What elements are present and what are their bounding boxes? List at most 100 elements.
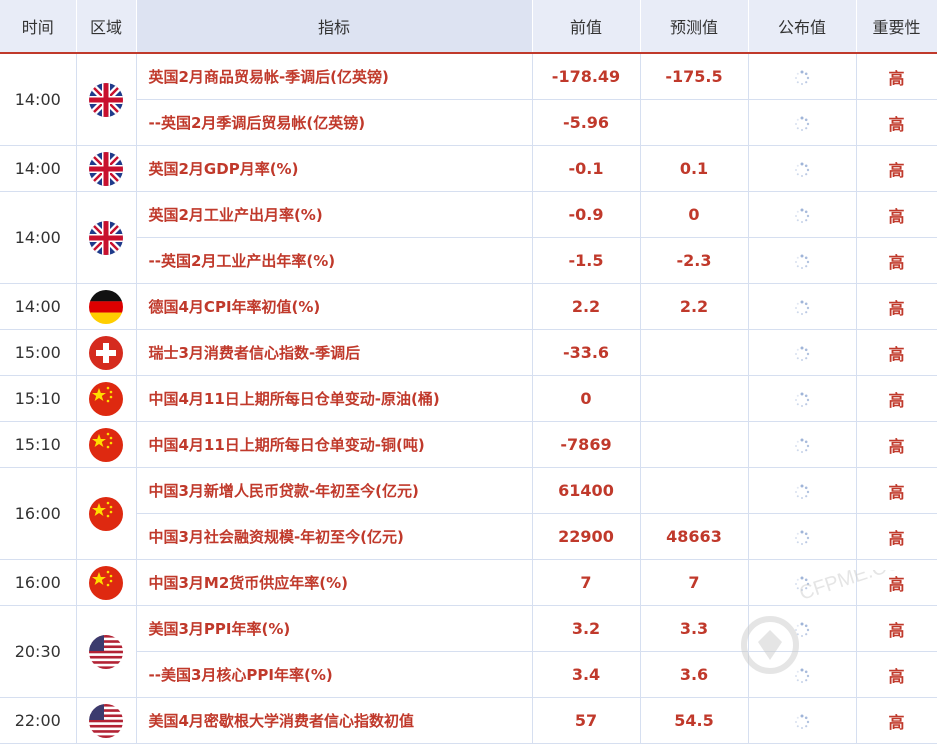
time-cell: 15:10 — [0, 375, 77, 422]
table-row[interactable]: 15:10 中国4月11日上期所每日仓单变动-原油(桶) 0 高 — [0, 375, 937, 422]
importance-value: 高 — [856, 375, 937, 422]
table-row[interactable]: --美国3月核心PPI年率(%) 3.4 3.6 高 — [0, 651, 937, 698]
importance-value: 高 — [856, 329, 937, 376]
actual-value — [748, 191, 857, 238]
actual-value — [748, 145, 857, 192]
importance-value: 高 — [856, 237, 937, 284]
calendar-table: 时间 区域 指标 前值 预测值 公布值 重要性 14:00 英国2月商品贸易帐-季… — [0, 0, 937, 744]
region-cell — [76, 467, 137, 560]
time-cell: 14:00 — [0, 191, 77, 284]
uk-flag-icon — [89, 220, 123, 255]
actual-value — [748, 513, 857, 560]
forecast-value: 54.5 — [640, 697, 749, 744]
uk-flag-icon — [89, 151, 123, 186]
prev-value: 57 — [532, 697, 641, 744]
col-actual: 公布值 — [748, 0, 857, 54]
de-flag-icon — [89, 289, 123, 324]
indicator-link[interactable]: 中国3月社会融资规模-年初至今(亿元) — [136, 513, 533, 560]
col-forecast: 预测值 — [640, 0, 749, 54]
table-row[interactable]: 中国3月社会融资规模-年初至今(亿元) 22900 48663 高 — [0, 513, 937, 560]
col-importance: 重要性 — [856, 0, 937, 54]
importance-value: 高 — [856, 467, 937, 514]
header-row: 时间 区域 指标 前值 预测值 公布值 重要性 — [0, 0, 937, 54]
indicator-link[interactable]: 美国3月PPI年率(%) — [136, 605, 533, 652]
loading-spinner-icon — [794, 251, 810, 270]
actual-value — [748, 329, 857, 376]
region-cell — [76, 421, 137, 468]
indicator-link[interactable]: 中国3月新增人民币贷款-年初至今(亿元) — [136, 467, 533, 514]
table-row[interactable]: 15:10 中国4月11日上期所每日仓单变动-铜(吨) -7869 高 — [0, 421, 937, 468]
forecast-value: 48663 — [640, 513, 749, 560]
prev-value: -178.49 — [532, 53, 641, 100]
importance-value: 高 — [856, 53, 937, 100]
region-cell — [76, 329, 137, 376]
prev-value: 3.4 — [532, 651, 641, 698]
indicator-link[interactable]: 英国2月GDP月率(%) — [136, 145, 533, 192]
region-cell — [76, 375, 137, 422]
forecast-value — [640, 99, 749, 146]
actual-value — [748, 559, 857, 606]
prev-value: 61400 — [532, 467, 641, 514]
indicator-link[interactable]: 瑞士3月消费者信心指数-季调后 — [136, 329, 533, 376]
table-row[interactable]: --英国2月季调后贸易帐(亿英镑) -5.96 高 — [0, 99, 937, 146]
actual-value — [748, 53, 857, 100]
region-cell — [76, 283, 137, 330]
col-prev: 前值 — [532, 0, 641, 54]
forecast-value — [640, 375, 749, 422]
indicator-link[interactable]: 中国3月M2货币供应年率(%) — [136, 559, 533, 606]
forecast-value: -175.5 — [640, 53, 749, 100]
prev-value: -1.5 — [532, 237, 641, 284]
indicator-link[interactable]: 美国4月密歇根大学消费者信心指数初值 — [136, 697, 533, 744]
table-row[interactable]: 20:30 美国3月PPI年率(%) 3.2 3.3 高 — [0, 605, 937, 698]
importance-value: 高 — [856, 145, 937, 192]
importance-value: 高 — [856, 513, 937, 560]
actual-value — [748, 467, 857, 514]
indicator-link[interactable]: --英国2月季调后贸易帐(亿英镑) — [136, 99, 533, 146]
actual-value — [748, 283, 857, 330]
time-cell: 16:00 — [0, 467, 77, 560]
importance-value: 高 — [856, 697, 937, 744]
prev-value: -0.9 — [532, 191, 641, 238]
actual-value — [748, 651, 857, 698]
indicator-link[interactable]: 英国2月商品贸易帐-季调后(亿英镑) — [136, 53, 533, 100]
time-cell: 14:00 — [0, 145, 77, 192]
forecast-value — [640, 467, 749, 514]
region-cell — [76, 697, 137, 744]
loading-spinner-icon — [794, 711, 810, 730]
loading-spinner-icon — [794, 435, 810, 454]
prev-value: -33.6 — [532, 329, 641, 376]
table-row[interactable]: 22:00 美国4月密歇根大学消费者信心指数初值 57 54.5 高 — [0, 697, 937, 744]
table-row[interactable]: --英国2月工业产出年率(%) -1.5 -2.3 高 — [0, 237, 937, 284]
time-cell: 15:00 — [0, 329, 77, 376]
table-row[interactable]: 14:00 英国2月工业产出月率(%) -0.9 0 高 — [0, 191, 937, 284]
time-cell: 22:00 — [0, 697, 77, 744]
region-cell — [76, 191, 137, 284]
prev-value: 22900 — [532, 513, 641, 560]
time-cell: 20:30 — [0, 605, 77, 698]
table-row[interactable]: 14:00 德国4月CPI年率初值(%) 2.2 2.2 高 — [0, 283, 937, 330]
indicator-link[interactable]: --英国2月工业产出年率(%) — [136, 237, 533, 284]
table-row[interactable]: 15:00 瑞士3月消费者信心指数-季调后 -33.6 高 — [0, 329, 937, 376]
uk-flag-icon — [89, 82, 123, 117]
indicator-link[interactable]: 德国4月CPI年率初值(%) — [136, 283, 533, 330]
us-flag-icon — [89, 703, 123, 738]
importance-value: 高 — [856, 283, 937, 330]
forecast-value — [640, 329, 749, 376]
indicator-link[interactable]: 英国2月工业产出月率(%) — [136, 191, 533, 238]
cn-flag-icon — [89, 381, 123, 416]
actual-value — [748, 99, 857, 146]
loading-spinner-icon — [794, 113, 810, 132]
loading-spinner-icon — [794, 389, 810, 408]
indicator-link[interactable]: 中国4月11日上期所每日仓单变动-原油(桶) — [136, 375, 533, 422]
loading-spinner-icon — [794, 343, 810, 362]
table-row[interactable]: 16:00 中国3月M2货币供应年率(%) 7 7 高 — [0, 559, 937, 606]
table-row[interactable]: 14:00 英国2月GDP月率(%) -0.1 0.1 高 — [0, 145, 937, 192]
col-indicator: 指标 — [136, 0, 533, 54]
table-row[interactable]: 16:00 中国3月新增人民币贷款-年初至今(亿元) 61400 高 — [0, 467, 937, 560]
table-row[interactable]: 14:00 英国2月商品贸易帐-季调后(亿英镑) -178.49 -175.5 高 — [0, 53, 937, 146]
indicator-link[interactable]: --美国3月核心PPI年率(%) — [136, 651, 533, 698]
importance-value: 高 — [856, 651, 937, 698]
indicator-link[interactable]: 中国4月11日上期所每日仓单变动-铜(吨) — [136, 421, 533, 468]
importance-value: 高 — [856, 99, 937, 146]
prev-value: -5.96 — [532, 99, 641, 146]
